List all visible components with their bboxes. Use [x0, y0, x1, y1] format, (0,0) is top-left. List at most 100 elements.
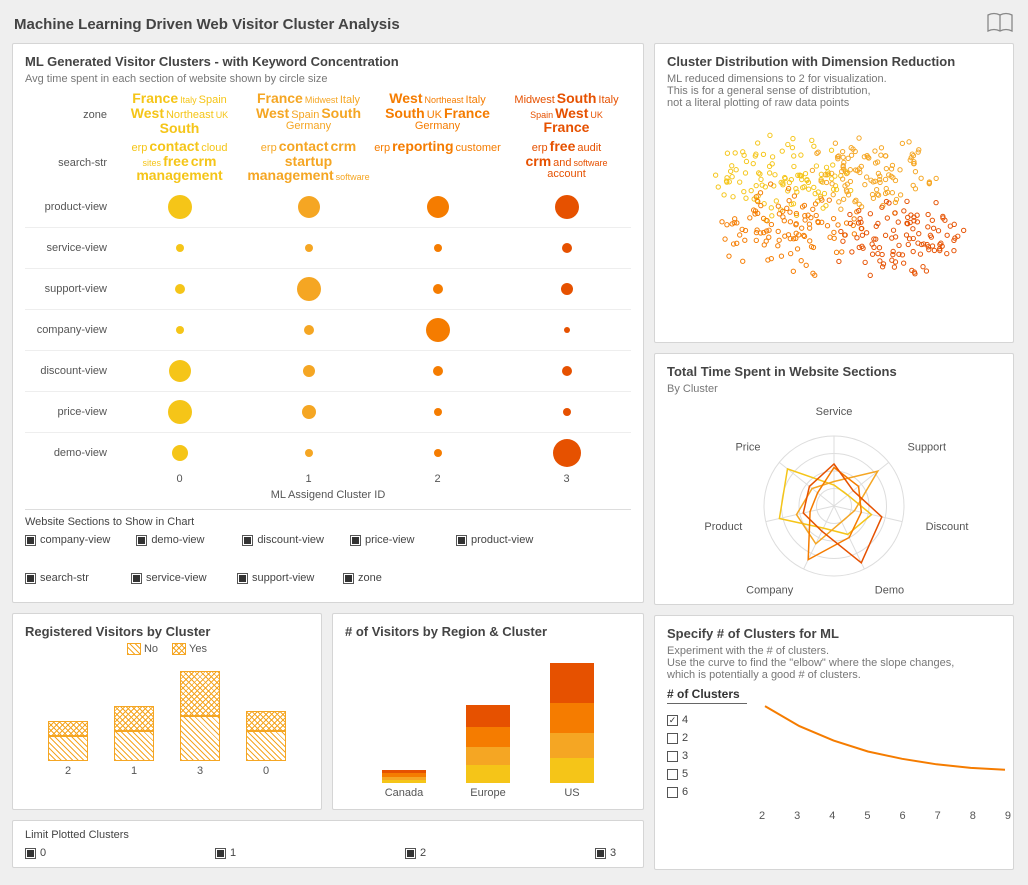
- bubble-cell[interactable]: [115, 310, 244, 350]
- bubble-cell[interactable]: [502, 351, 631, 391]
- book-icon[interactable]: [986, 12, 1014, 37]
- bubble-cell[interactable]: erpreportingcustomer: [373, 139, 502, 187]
- registered-segment: [180, 716, 220, 761]
- bubble-circle: [305, 244, 313, 252]
- elbow-x-label: 4: [829, 810, 835, 822]
- bubble-circle: [555, 195, 579, 219]
- registered-bar[interactable]: [180, 671, 220, 761]
- legend-no: No: [127, 643, 158, 655]
- bubble-cell[interactable]: erpcontactcrmstartupmanagementsoftware: [244, 139, 373, 187]
- bubble-cell[interactable]: FranceItalySpainWestNortheastUKSouth: [115, 91, 244, 139]
- bubble-cell[interactable]: [502, 269, 631, 309]
- scatter-subtitle: ML reduced dimensions to 2 for visualiza…: [667, 73, 1001, 109]
- bubble-cell[interactable]: [502, 392, 631, 432]
- bubble-cell[interactable]: [502, 228, 631, 268]
- section-checkbox[interactable]: product-view: [456, 534, 536, 546]
- checkbox-icon: [343, 573, 354, 584]
- section-checkbox[interactable]: service-view: [131, 572, 211, 584]
- bubble-x-label: 1: [244, 473, 373, 485]
- wordcloud: erpcontactcloudsitesfreecrmmanagement: [115, 139, 244, 182]
- bubble-circle: [433, 284, 443, 294]
- bubble-circle: [172, 445, 188, 461]
- bubble-cell[interactable]: [244, 351, 373, 391]
- bubble-circle: [304, 325, 314, 335]
- section-checkbox[interactable]: zone: [343, 572, 423, 584]
- checkbox-icon: [237, 573, 248, 584]
- elbow-title: Specify # of Clusters for ML: [667, 626, 1001, 641]
- bubble-cell[interactable]: [115, 269, 244, 309]
- elbow-line-chart[interactable]: [755, 687, 1015, 807]
- cluster-count-option[interactable]: 3: [667, 750, 747, 762]
- region-segment: [550, 663, 594, 703]
- bubble-circle: [561, 283, 573, 295]
- bubble-cell[interactable]: [373, 351, 502, 391]
- region-bar[interactable]: [550, 663, 594, 783]
- bubble-cell[interactable]: [373, 392, 502, 432]
- section-checkbox[interactable]: price-view: [350, 534, 430, 546]
- radar-chart[interactable]: ServiceSupportDiscountDemoCompanyProduct…: [674, 401, 994, 601]
- bubble-cell[interactable]: [373, 269, 502, 309]
- registered-bar[interactable]: [114, 706, 154, 761]
- bubble-cell[interactable]: [502, 433, 631, 473]
- elbow-x-label: 8: [970, 810, 976, 822]
- section-checkbox[interactable]: search-str: [25, 572, 105, 584]
- bubble-cell[interactable]: erpcontactcloudsitesfreecrmmanagement: [115, 139, 244, 187]
- bubble-cell[interactable]: [502, 310, 631, 350]
- cluster-count-option[interactable]: 6: [667, 786, 747, 798]
- bubble-x-label: 3: [502, 473, 631, 485]
- section-checkbox[interactable]: demo-view: [136, 534, 216, 546]
- region-title: # of Visitors by Region & Cluster: [345, 624, 631, 639]
- cluster-count-option[interactable]: 5: [667, 768, 747, 780]
- checkbox-label: support-view: [252, 572, 314, 584]
- registered-bar[interactable]: [246, 711, 286, 761]
- registered-panel: Registered Visitors by Cluster No Yes 21…: [12, 613, 322, 810]
- section-checkbox[interactable]: discount-view: [242, 534, 324, 546]
- section-checkbox[interactable]: support-view: [237, 572, 317, 584]
- bubble-cell[interactable]: [244, 228, 373, 268]
- elbow-x-label: 3: [794, 810, 800, 822]
- limit-checkbox[interactable]: 1: [215, 847, 295, 859]
- region-segment: [466, 765, 510, 783]
- region-x-label: Europe: [466, 787, 510, 799]
- checkbox-label: 5: [682, 768, 688, 780]
- registered-segment: [180, 671, 220, 716]
- checkbox-icon: [136, 535, 147, 546]
- registered-bar[interactable]: [48, 721, 88, 761]
- checkbox-icon: [25, 573, 36, 584]
- region-bar[interactable]: [466, 705, 510, 783]
- bubble-cell[interactable]: MidwestSouthItalySpainWestUKFrance: [502, 91, 631, 139]
- svg-text:Discount: Discount: [926, 521, 969, 533]
- bubble-cell[interactable]: [373, 187, 502, 227]
- bubble-cell[interactable]: [115, 392, 244, 432]
- bubble-cell[interactable]: [244, 392, 373, 432]
- bubble-cell[interactable]: erpfreeauditcrmandsoftwareaccount: [502, 139, 631, 187]
- bubble-cell[interactable]: [115, 187, 244, 227]
- bubble-cell[interactable]: [244, 269, 373, 309]
- cluster-count-option[interactable]: 2: [667, 732, 747, 744]
- region-bar[interactable]: [382, 770, 426, 783]
- wordcloud: erpfreeauditcrmandsoftwareaccount: [502, 139, 631, 180]
- bubble-cell[interactable]: [244, 433, 373, 473]
- bubble-cell[interactable]: [502, 187, 631, 227]
- bubble-cell[interactable]: FranceMidwestItalyWestSpainSouthGermany: [244, 91, 373, 139]
- bubble-cell[interactable]: [244, 310, 373, 350]
- bubble-cell[interactable]: [373, 310, 502, 350]
- checkbox-icon: [131, 573, 142, 584]
- limit-checkbox[interactable]: 0: [25, 847, 105, 859]
- checkbox-icon: [25, 848, 36, 859]
- bubble-cell[interactable]: [373, 433, 502, 473]
- svg-text:Company: Company: [746, 585, 794, 597]
- bubble-cell[interactable]: [115, 433, 244, 473]
- bubble-cell[interactable]: [115, 228, 244, 268]
- bubble-cell[interactable]: [373, 228, 502, 268]
- bubble-cell[interactable]: WestNortheastItalySouthUKFranceGermany: [373, 91, 502, 139]
- cluster-count-option[interactable]: 4: [667, 714, 747, 726]
- checkbox-icon: [595, 848, 606, 859]
- bubble-circle: [553, 439, 581, 467]
- bubble-cell[interactable]: [115, 351, 244, 391]
- scatter-plot[interactable]: [667, 115, 1001, 315]
- region-segment: [550, 733, 594, 758]
- section-checkbox[interactable]: company-view: [25, 534, 110, 546]
- limit-checkbox[interactable]: 2: [405, 847, 485, 859]
- bubble-cell[interactable]: [244, 187, 373, 227]
